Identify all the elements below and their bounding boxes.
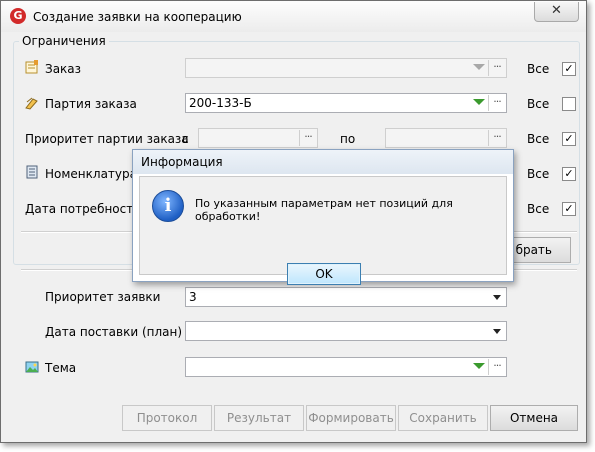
batch-all-label: Все bbox=[527, 97, 550, 111]
window-title: Создание заявки на кооперацию bbox=[33, 10, 242, 24]
theme-label: Тема bbox=[45, 361, 77, 375]
browse-button: ··· bbox=[488, 130, 505, 146]
browse-button: ··· bbox=[488, 60, 505, 76]
chevron-down-icon[interactable] bbox=[489, 323, 505, 339]
dialog-title: Информация bbox=[133, 150, 513, 174]
priority-label: Приоритет партии заказа bbox=[25, 132, 189, 146]
batch-value: 200-133-Б bbox=[189, 96, 252, 110]
order-label: Заказ bbox=[45, 62, 82, 76]
filter-icon[interactable] bbox=[471, 95, 487, 111]
priority-from-field: ··· bbox=[198, 128, 318, 148]
restrictions-group-title: Ограничения bbox=[19, 34, 109, 48]
form-button[interactable]: Формировать bbox=[306, 405, 396, 431]
theme-field[interactable]: ··· bbox=[185, 357, 507, 377]
info-dialog: Информация i По указанным параметрам нет… bbox=[132, 149, 514, 285]
order-icon bbox=[25, 60, 38, 74]
browse-button[interactable]: ··· bbox=[488, 359, 505, 375]
theme-icon bbox=[25, 361, 39, 373]
filter-icon[interactable] bbox=[471, 359, 487, 375]
priority-all-checkbox[interactable]: ✓ bbox=[562, 132, 576, 146]
browse-button: ··· bbox=[299, 130, 316, 146]
nomenclature-label: Номенклатура bbox=[45, 167, 137, 181]
request-priority-select[interactable]: 3 bbox=[185, 287, 507, 307]
close-button[interactable]: ✕ bbox=[534, 2, 579, 22]
priority-to-field: ··· bbox=[385, 128, 507, 148]
protocol-button[interactable]: Протокол bbox=[122, 405, 212, 431]
need-date-all-checkbox[interactable]: ✓ bbox=[562, 202, 576, 216]
filter-icon bbox=[471, 60, 487, 76]
cancel-button[interactable]: Отмена bbox=[490, 405, 578, 431]
save-button[interactable]: Сохранить bbox=[398, 405, 488, 431]
order-all-checkbox[interactable]: ✓ bbox=[562, 62, 576, 76]
dialog-body: i По указанным параметрам нет позиций дл… bbox=[139, 176, 507, 285]
batch-icon bbox=[25, 97, 38, 110]
batch-field[interactable]: 200-133-Б ··· bbox=[185, 93, 507, 113]
order-all-label: Все bbox=[527, 62, 550, 76]
priority-from-label: с bbox=[182, 132, 189, 146]
request-priority-value: 3 bbox=[189, 290, 197, 304]
need-date-label: Дата потребности bbox=[25, 202, 142, 216]
priority-all-label: Все bbox=[527, 132, 550, 146]
batch-label: Партия заказа bbox=[45, 97, 137, 111]
dialog-message: По указанным параметрам нет позиций для … bbox=[195, 197, 453, 223]
browse-button[interactable]: ··· bbox=[488, 95, 505, 111]
ok-button[interactable]: OK bbox=[287, 263, 361, 285]
info-icon: i bbox=[152, 190, 184, 222]
delivery-date-label: Дата поставки (план) bbox=[45, 325, 183, 339]
nomenclature-all-checkbox[interactable]: ✓ bbox=[562, 167, 576, 181]
nomenclature-all-label: Все bbox=[527, 167, 550, 181]
title-bar: G Создание заявки на кооперацию ✕ bbox=[1, 1, 586, 32]
priority-to-label: по bbox=[340, 132, 356, 146]
delivery-date-select[interactable] bbox=[185, 321, 507, 341]
need-date-all-label: Все bbox=[527, 202, 550, 216]
order-field: ··· bbox=[185, 58, 507, 78]
batch-all-checkbox[interactable] bbox=[562, 97, 576, 111]
result-button[interactable]: Результат bbox=[214, 405, 304, 431]
request-priority-label: Приоритет заявки bbox=[45, 290, 161, 304]
nomenclature-icon bbox=[26, 165, 38, 179]
chevron-down-icon[interactable] bbox=[489, 289, 505, 305]
app-logo-icon: G bbox=[10, 8, 26, 24]
